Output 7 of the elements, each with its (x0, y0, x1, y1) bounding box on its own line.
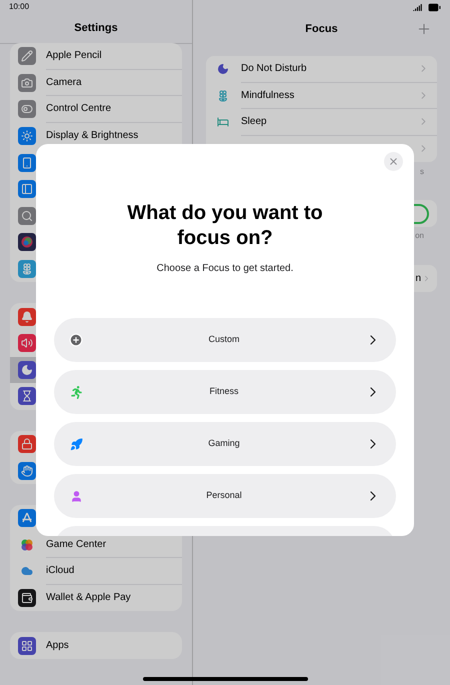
dialog-title: What do you want to focus on? (126, 201, 324, 251)
status-time: 10:00 (9, 1, 30, 13)
footer-text: s (420, 166, 424, 178)
page-title: Focus (305, 22, 338, 36)
sidebar-title: Settings (74, 20, 118, 36)
dialog-subtitle: Choose a Focus to get started. (156, 262, 294, 276)
footer-text: on (415, 230, 424, 242)
